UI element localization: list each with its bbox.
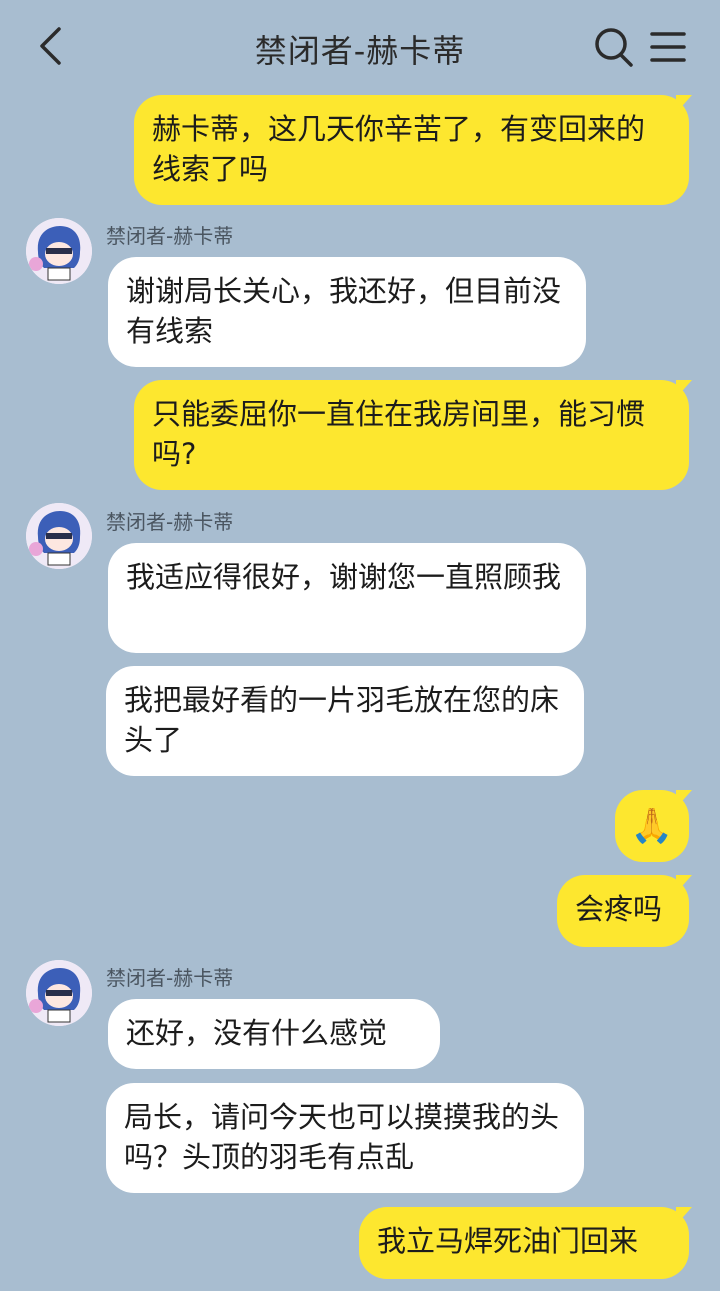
message-text: 只能委屈你一直住在我房间里，能习惯吗? <box>152 397 646 471</box>
my-message-bubble[interactable]: 会疼吗 <box>557 875 692 947</box>
their-message-bubble[interactable]: 局长，请问今天也可以摸摸我的头吗？头顶的羽毛有点乱 <box>106 1083 584 1193</box>
my-message-bubble[interactable]: 赫卡蒂，这几天你辛苦了，有变回来的线索了吗 <box>134 95 692 205</box>
sender-name: 禁闭者-赫卡蒂 <box>106 966 234 990</box>
message-text: 局长，请问今天也可以摸摸我的头吗？头顶的羽毛有点乱 <box>124 1100 560 1174</box>
avatar[interactable] <box>26 960 92 1026</box>
message-text: 谢谢局长关心，我还好，但目前没有线索 <box>126 274 562 348</box>
their-message-bubble[interactable]: 我适应得很好，谢谢您一直照顾我 <box>108 543 586 653</box>
sender-name: 禁闭者-赫卡蒂 <box>106 224 234 248</box>
my-message-bubble[interactable]: 我立马焊死油门回来 <box>359 1207 692 1279</box>
menu-icon <box>650 32 686 62</box>
avatar-character-icon <box>26 503 92 569</box>
their-message-bubble[interactable]: 谢谢局长关心，我还好，但目前没有线索 <box>108 257 586 367</box>
message-text: 我立马焊死油门回来 <box>377 1224 639 1258</box>
menu-button[interactable] <box>648 28 688 66</box>
pleading-face-emoji: 🙏 <box>630 806 674 846</box>
avatar-character-icon <box>26 218 92 284</box>
my-emoji-bubble[interactable]: 🙏 <box>615 790 692 862</box>
chat-header: 禁闭者-赫卡蒂 <box>0 0 720 92</box>
search-button[interactable] <box>594 26 634 68</box>
message-text: 还好，没有什么感觉 <box>126 1016 388 1050</box>
sender-name: 禁闭者-赫卡蒂 <box>106 510 234 534</box>
message-text: 我把最好看的一片羽毛放在您的床头了 <box>124 683 560 757</box>
search-icon <box>595 28 633 67</box>
avatar[interactable] <box>26 218 92 284</box>
their-message-bubble[interactable]: 还好，没有什么感觉 <box>108 999 440 1069</box>
message-text: 赫卡蒂，这几天你辛苦了，有变回来的线索了吗 <box>152 112 646 186</box>
avatar-character-icon <box>26 960 92 1026</box>
my-message-bubble[interactable]: 只能委屈你一直住在我房间里，能习惯吗? <box>134 380 692 490</box>
message-text: 我适应得很好，谢谢您一直照顾我 <box>126 560 562 594</box>
message-text: 会疼吗 <box>575 892 663 926</box>
their-message-bubble[interactable]: 我把最好看的一片羽毛放在您的床头了 <box>106 666 584 776</box>
avatar[interactable] <box>26 503 92 569</box>
